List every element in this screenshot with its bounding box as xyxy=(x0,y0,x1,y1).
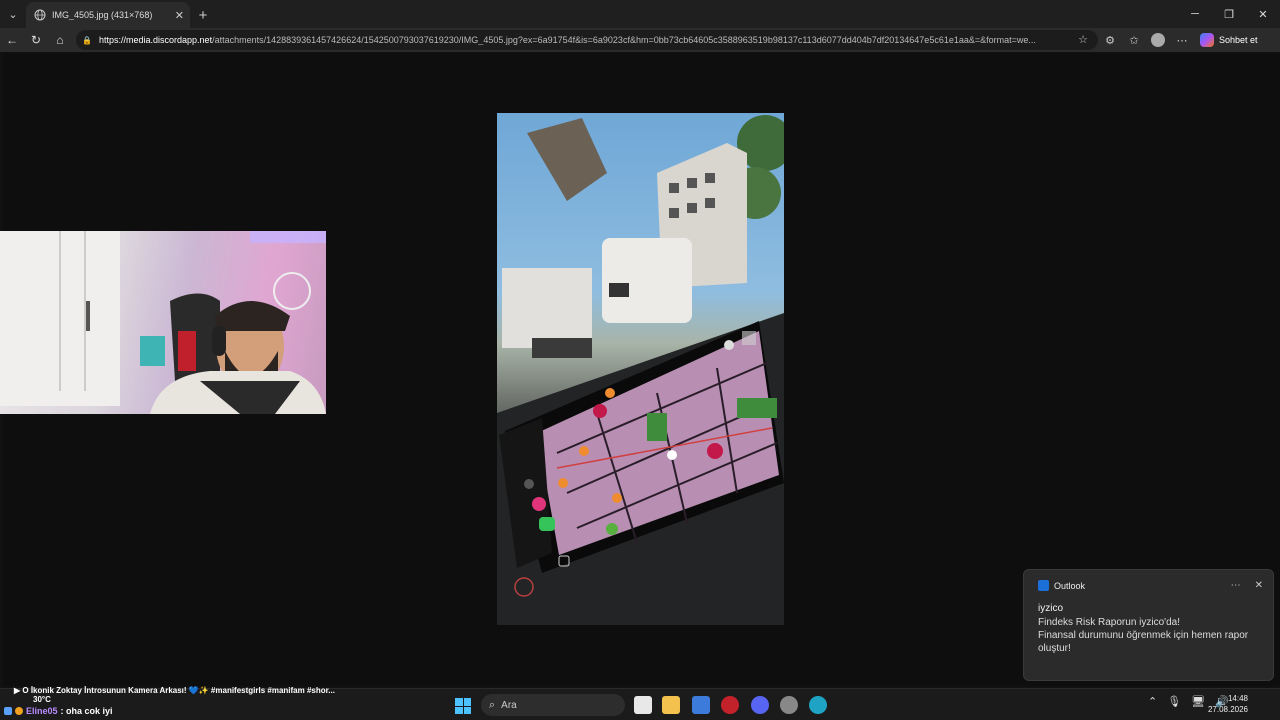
notification-close-icon[interactable]: ✕ xyxy=(1255,580,1263,591)
microphone-icon[interactable]: 🎙 xyxy=(1167,695,1181,708)
back-button[interactable]: ← xyxy=(0,28,24,52)
chat-username: Eline05 xyxy=(26,706,58,716)
url-path: /attachments/1428839361457426624/1542500… xyxy=(212,35,1036,45)
favorite-star-icon[interactable]: ☆ xyxy=(1078,33,1088,46)
taskbar-search-placeholder: Ara xyxy=(501,699,517,711)
store-icon[interactable] xyxy=(692,696,710,714)
globe-icon xyxy=(34,9,46,21)
profile-avatar[interactable] xyxy=(1151,33,1165,47)
tab-actions-menu-icon[interactable]: ⌄ xyxy=(0,1,26,27)
close-window-button[interactable]: ✕ xyxy=(1246,0,1280,28)
more-menu-icon[interactable]: ⋯ xyxy=(1170,28,1194,52)
notification-header: Outlook xyxy=(1038,580,1259,591)
taskbar-search[interactable]: ⌕ Ara xyxy=(481,694,625,716)
edge-icon[interactable] xyxy=(809,696,827,714)
displayed-image[interactable] xyxy=(497,113,784,625)
webcam-overlay xyxy=(0,231,326,414)
url-host: https://media.discordapp.net xyxy=(99,35,213,45)
notification-line-2: Finansal durumunu öğrenmek için hemen ra… xyxy=(1038,630,1249,654)
start-button[interactable] xyxy=(455,698,471,714)
show-hidden-icons-icon[interactable]: ⌃ xyxy=(1148,695,1157,708)
notification-sender: iyzico xyxy=(1038,603,1064,614)
chat-badge-icon xyxy=(4,707,12,715)
copilot-label: Sohbet et xyxy=(1219,35,1258,45)
notification-actions: ⋯ ✕ xyxy=(1231,580,1263,591)
webcam-scene xyxy=(0,231,326,414)
outlook-icon xyxy=(1038,580,1049,591)
file-explorer-icon[interactable] xyxy=(662,696,680,714)
now-playing-ticker: ▶ O İkonik Zoktay İntrosunun Kamera Arka… xyxy=(14,686,335,695)
task-view-icon[interactable] xyxy=(634,696,652,714)
maximize-button[interactable]: ❐ xyxy=(1212,0,1246,28)
notification-line-1: Findeks Risk Raporun iyzico'da! xyxy=(1038,617,1180,628)
copilot-icon xyxy=(1200,33,1214,47)
clock-date: 27.08.2026 xyxy=(1207,705,1248,714)
toolbar-right: ⚙ ✩ ⋯ Sohbet et xyxy=(1098,28,1258,52)
navigation-bar: ← ↻ ⌂ 🔒 https://media.discordapp.net/att… xyxy=(0,28,1280,52)
discord-icon[interactable] xyxy=(751,696,769,714)
chat-badge-icon xyxy=(15,707,23,715)
chat-message: : oha cok iyi xyxy=(60,706,113,716)
search-icon: ⌕ xyxy=(489,698,496,711)
windows-logo-tile xyxy=(455,706,463,714)
address-bar[interactable]: 🔒 https://media.discordapp.net/attachmen… xyxy=(76,30,1098,50)
extensions-icon[interactable]: ⚙ xyxy=(1098,28,1122,52)
outlook-notification[interactable]: Outlook ⋯ ✕ iyzico Findeks Risk Raporun … xyxy=(1023,569,1274,681)
home-button[interactable]: ⌂ xyxy=(48,28,72,52)
windows-logo-tile xyxy=(463,706,471,714)
window-controls: ─ ❐ ✕ xyxy=(1178,0,1280,28)
windows-logo-tile xyxy=(463,698,471,706)
new-tab-button[interactable]: + xyxy=(190,2,216,28)
favorites-icon[interactable]: ✩ xyxy=(1122,28,1146,52)
browser-tab[interactable]: IMG_4505.jpg (431×768) ✕ xyxy=(26,2,190,28)
tab-strip: ⌄ IMG_4505.jpg (431×768) ✕ + ─ ❐ ✕ xyxy=(0,0,1280,28)
close-tab-icon[interactable]: ✕ xyxy=(175,9,184,22)
steam-icon[interactable] xyxy=(780,696,798,714)
notification-more-icon[interactable]: ⋯ xyxy=(1231,580,1241,591)
notification-app-name: Outlook xyxy=(1054,580,1086,591)
opera-icon[interactable] xyxy=(721,696,739,714)
chat-line: Eline05 : oha cok iyi xyxy=(4,706,113,716)
windows-logo-tile xyxy=(455,698,463,706)
clock-time: 14:48 xyxy=(1227,694,1248,703)
refresh-button[interactable]: ↻ xyxy=(24,28,48,52)
lock-icon[interactable]: 🔒 xyxy=(82,36,93,45)
url-text: https://media.discordapp.net/attachments… xyxy=(99,35,1059,45)
clock[interactable]: 14:48 27.08.2026 xyxy=(1208,693,1248,715)
weather-temp: 30°C xyxy=(33,695,51,704)
network-icon[interactable]: 🖥 xyxy=(1191,695,1205,708)
photo-scene xyxy=(497,115,784,625)
copilot-button[interactable]: Sohbet et xyxy=(1200,33,1258,47)
minimize-button[interactable]: ─ xyxy=(1178,0,1212,28)
tab-title: IMG_4505.jpg (431×768) xyxy=(52,10,153,20)
